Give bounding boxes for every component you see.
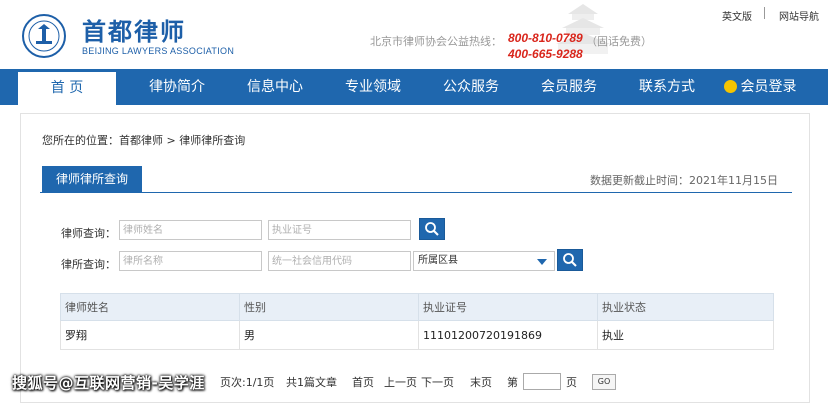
pager-page-info: 页次:1/1页 bbox=[220, 376, 275, 389]
association-emblem-icon[interactable] bbox=[22, 14, 66, 58]
pager-first-link[interactable]: 首页 bbox=[352, 374, 374, 390]
firm-search-button[interactable] bbox=[557, 249, 583, 271]
pager-prev-link[interactable]: 上一页 bbox=[384, 374, 417, 390]
lawyer-search-button[interactable] bbox=[419, 218, 445, 240]
watermark-text: 搜狐号@互联网营销-吴学涯 bbox=[12, 374, 205, 392]
nav-item-member-login[interactable]: 会员登录 bbox=[712, 69, 808, 105]
column-header-status: 执业状态 bbox=[597, 293, 774, 321]
sitemap-link[interactable]: 网站导航 bbox=[779, 8, 819, 23]
logo-title[interactable]: 首都律师 bbox=[82, 12, 186, 47]
nav-item-about[interactable]: 律协简介 bbox=[128, 69, 226, 105]
lawyer-name-input[interactable] bbox=[119, 220, 262, 240]
hotline-label: 北京市律师协会公益热线： bbox=[370, 35, 502, 48]
pager-goto-prefix: 第 bbox=[507, 376, 518, 389]
nav-item-home[interactable]: 首 页 bbox=[18, 69, 116, 105]
member-login-icon bbox=[723, 80, 737, 93]
firm-name-input[interactable] bbox=[119, 251, 262, 271]
nav-item-member-services[interactable]: 会员服务 bbox=[520, 69, 618, 105]
firm-search-label: 律所查询： bbox=[61, 258, 116, 271]
column-header-gender: 性别 bbox=[239, 293, 419, 321]
gender-cell: 男 bbox=[239, 320, 419, 350]
search-icon bbox=[563, 253, 577, 267]
nav-item-contact[interactable]: 联系方式 bbox=[618, 69, 716, 105]
breadcrumb: 您所在的位置：首都律师 > 律师律所查询 bbox=[42, 134, 246, 147]
site-header: 首都律师 BEIJING LAWYERS ASSOCIATION 北京市律师协会… bbox=[0, 0, 828, 68]
column-header-license: 执业证号 bbox=[418, 293, 598, 321]
nav-item-news[interactable]: 信息中心 bbox=[226, 69, 324, 105]
pager-next-link[interactable]: 下一页 bbox=[421, 374, 454, 390]
search-icon bbox=[425, 222, 439, 236]
results-table: 律师姓名 性别 执业证号 执业状态 罗翔 男 11101200720191869… bbox=[60, 293, 774, 350]
district-select-value: 所属区县 bbox=[418, 255, 458, 266]
license-number-cell: 11101200720191869 bbox=[418, 320, 598, 350]
nav-item-public-services[interactable]: 公众服务 bbox=[422, 69, 520, 105]
toplink-divider bbox=[764, 7, 765, 19]
chevron-down-icon bbox=[537, 259, 547, 265]
pager-total: 共1篇文章 bbox=[286, 376, 337, 389]
english-version-link[interactable]: 英文版 bbox=[722, 8, 752, 23]
pager-goto-suffix: 页 bbox=[566, 376, 577, 389]
status-cell: 执业 bbox=[597, 320, 774, 350]
table-header-row: 律师姓名 性别 执业证号 执业状态 bbox=[60, 293, 774, 321]
hotline-note: （固话免费） bbox=[586, 35, 652, 48]
hotline-number-2: 400-665-9288 bbox=[508, 47, 583, 61]
lawyer-name-cell[interactable]: 罗翔 bbox=[60, 320, 240, 350]
nav-item-practice-areas[interactable]: 专业领域 bbox=[324, 69, 422, 105]
pager-last-link[interactable]: 末页 bbox=[470, 374, 492, 390]
district-select[interactable]: 所属区县 bbox=[413, 251, 555, 271]
data-update-date: 数据更新截止时间：2021年11月15日 bbox=[590, 174, 778, 187]
column-header-name: 律师姓名 bbox=[60, 293, 240, 321]
credit-code-input[interactable] bbox=[268, 251, 411, 271]
license-number-input[interactable] bbox=[268, 220, 411, 240]
logo-subtitle: BEIJING LAWYERS ASSOCIATION bbox=[82, 46, 235, 56]
member-login-label: 会员登录 bbox=[740, 79, 797, 95]
lawyer-search-label: 律师查询： bbox=[61, 227, 116, 240]
page-number-input[interactable] bbox=[523, 373, 561, 390]
tab-lawyer-firm-search[interactable]: 律师律所查询 bbox=[42, 166, 142, 192]
table-row[interactable]: 罗翔 男 11101200720191869 执业 bbox=[60, 320, 774, 350]
main-nav: 首 页 律协简介 信息中心 专业领域 公众服务 会员服务 联系方式 会员登录 bbox=[0, 69, 828, 105]
hotline-number-1: 800-810-0789 bbox=[508, 31, 583, 45]
go-button[interactable]: GO bbox=[592, 374, 616, 390]
